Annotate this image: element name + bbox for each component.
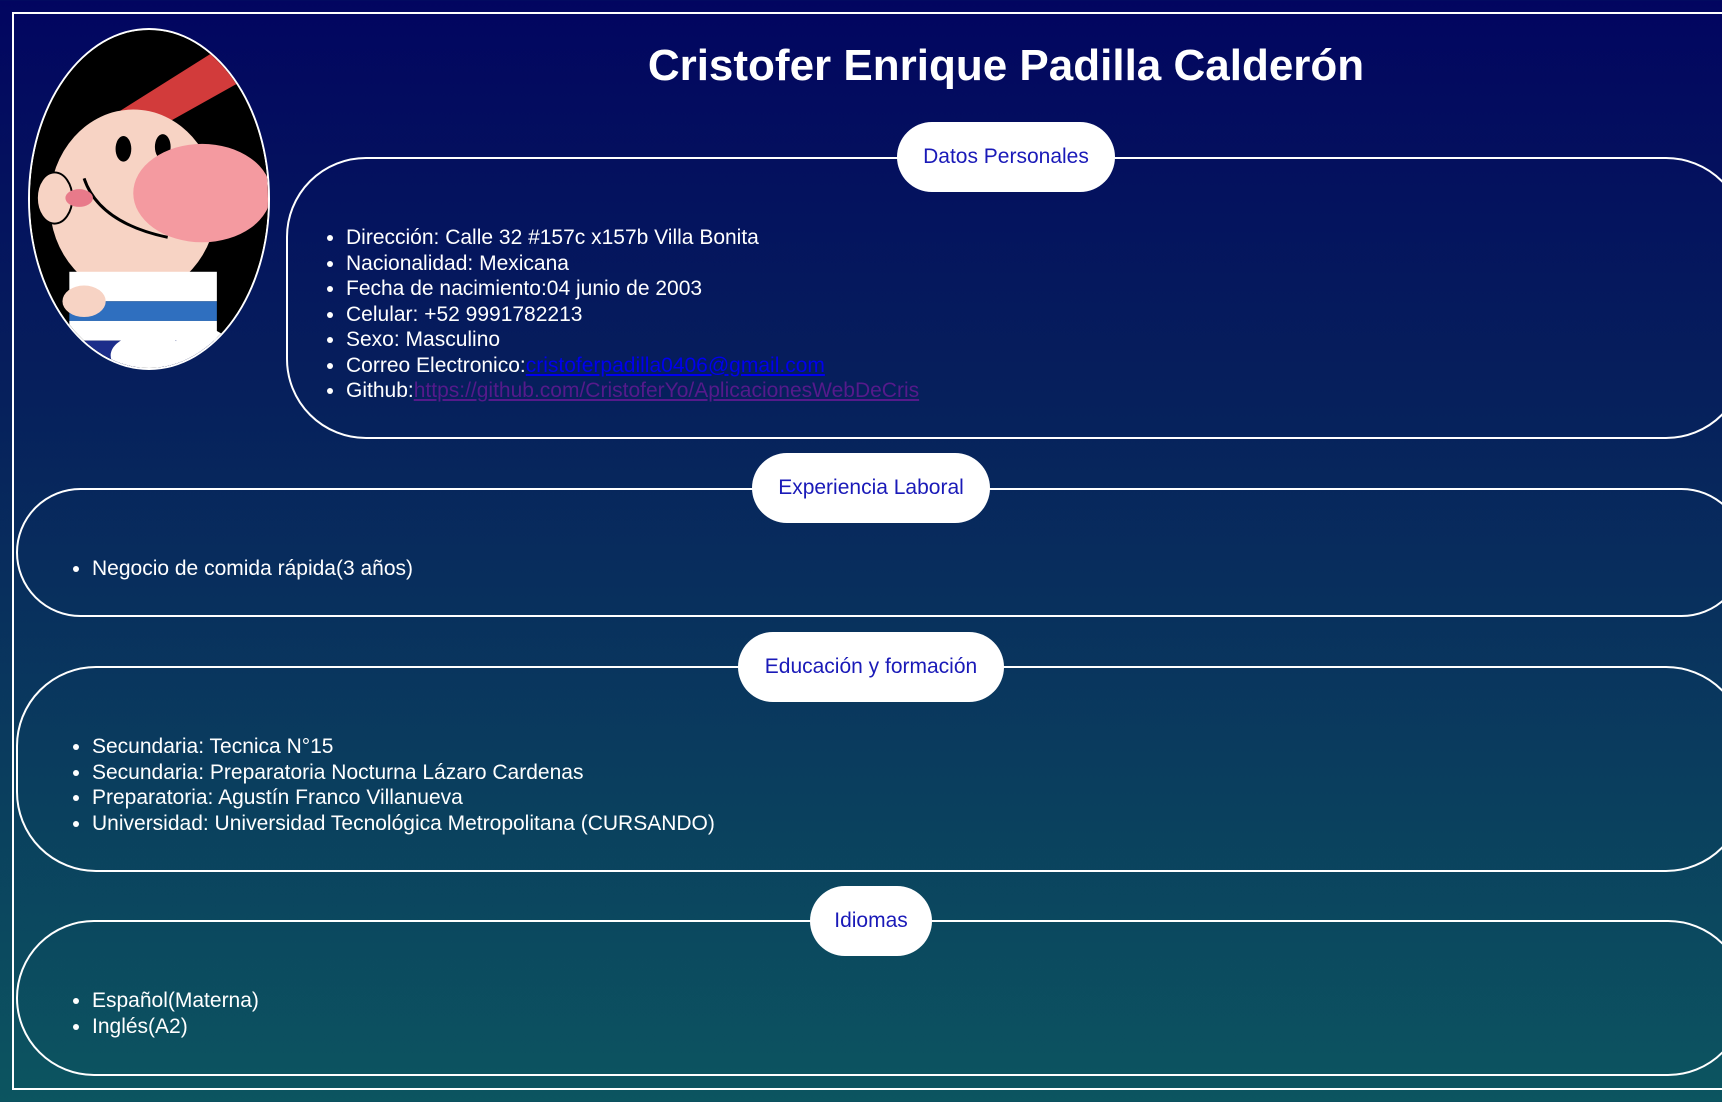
list-item: Github:https://github.com/CristoferYo/Ap… [346, 378, 919, 404]
list-item: Fecha de nacimiento:04 junio de 2003 [346, 276, 919, 302]
page-title: Cristofer Enrique Padilla Calderón [647, 41, 1365, 90]
educacion-list: Secundaria: Tecnica N°15 Secundaria: Pre… [48, 734, 715, 836]
cartoon-face-icon [30, 30, 268, 368]
datos-personales-section: Dirección: Calle 32 #157c x157b Villa Bo… [286, 157, 1722, 439]
list-item: Celular: +52 9991782213 [346, 302, 919, 328]
email-label: Correo Electronico: [346, 353, 526, 377]
list-item: Negocio de comida rápida(3 años) [92, 556, 413, 582]
idiomas-heading: Idiomas [810, 886, 932, 956]
github-link[interactable]: https://github.com/CristoferYo/Aplicacio… [414, 379, 919, 402]
list-item: Secundaria: Preparatoria Nocturna Lázaro… [92, 760, 715, 786]
list-item: Español(Materna) [92, 988, 259, 1014]
list-item: Inglés(A2) [92, 1014, 259, 1040]
profile-avatar [28, 28, 270, 370]
experiencia-heading: Experiencia Laboral [752, 453, 990, 523]
educacion-heading: Educación y formación [738, 632, 1004, 702]
idiomas-list: Español(Materna) Inglés(A2) [48, 988, 259, 1039]
list-item: Nacionalidad: Mexicana [346, 251, 919, 277]
github-label: Github: [346, 379, 414, 402]
list-item: Secundaria: Tecnica N°15 [92, 734, 715, 760]
datos-personales-heading: Datos Personales [897, 122, 1115, 192]
list-item: Sexo: Masculino [346, 327, 919, 353]
list-item: Dirección: Calle 32 #157c x157b Villa Bo… [346, 225, 919, 251]
email-link[interactable]: cristoferpadilla0406@gmail.com [526, 354, 825, 377]
list-item: Universidad: Universidad Tecnológica Met… [92, 811, 715, 837]
list-item: Preparatoria: Agustín Franco Villanueva [92, 785, 715, 811]
datos-personales-list: Dirección: Calle 32 #157c x157b Villa Bo… [302, 225, 919, 404]
experiencia-list: Negocio de comida rápida(3 años) [48, 556, 413, 582]
list-item: Correo Electronico:cristoferpadilla0406@… [346, 353, 919, 379]
